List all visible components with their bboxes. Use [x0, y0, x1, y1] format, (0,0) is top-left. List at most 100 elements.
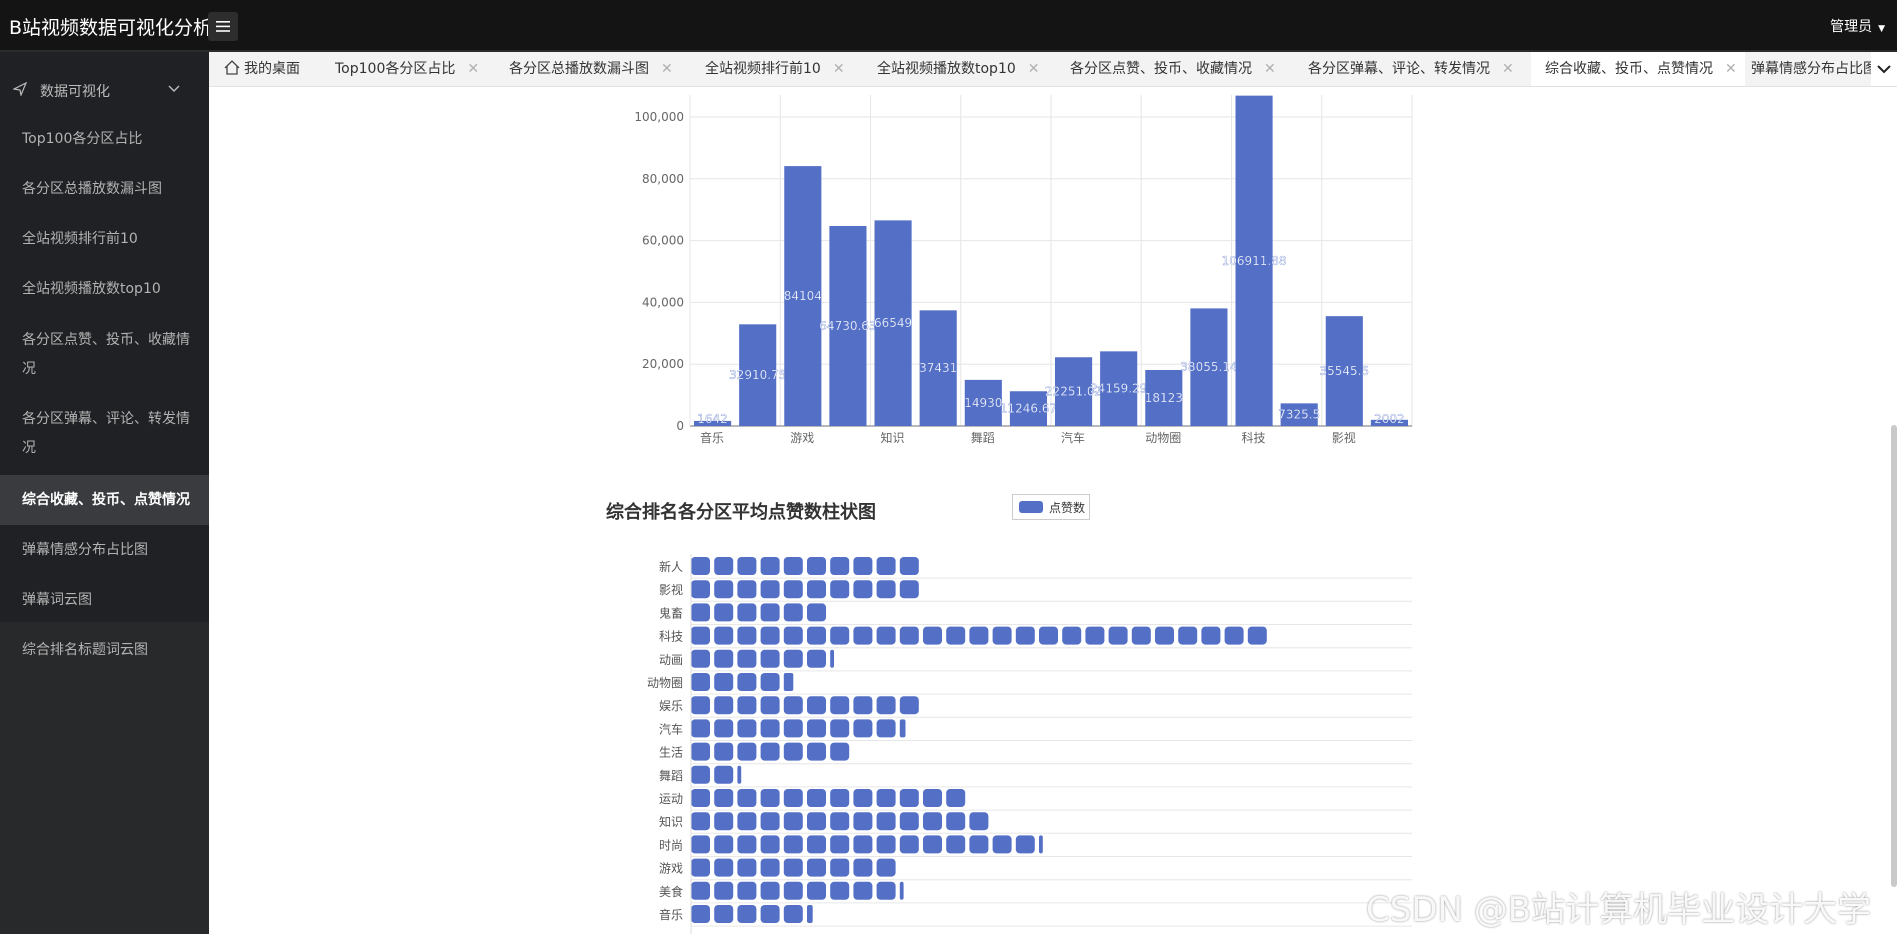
bar-symbol — [737, 789, 757, 807]
bar-symbol — [783, 789, 803, 807]
bar-symbol — [783, 719, 803, 738]
bar-symbol — [830, 789, 850, 807]
bar-symbol — [853, 858, 873, 877]
bar-symbol — [691, 765, 710, 784]
y-tick-label: 运动 — [659, 792, 683, 806]
bar-symbol — [876, 626, 896, 645]
bar-symbol — [691, 858, 710, 877]
bar-symbol — [992, 626, 1012, 645]
bar-symbol — [830, 696, 850, 715]
bar-symbol — [691, 789, 710, 807]
bar-symbol — [783, 858, 803, 877]
bar-symbol — [853, 881, 873, 900]
bar-symbol — [807, 719, 826, 738]
bar-symbol — [760, 905, 780, 923]
y-tick-label: 新人 — [659, 559, 683, 574]
bar-symbol — [853, 626, 873, 645]
bar-symbol — [1224, 626, 1244, 645]
bar-symbol — [714, 719, 734, 738]
y-tick-label: 知识 — [659, 815, 683, 829]
bar-symbol — [1062, 626, 1082, 645]
bar-symbol — [807, 905, 813, 923]
bar-symbol — [691, 649, 710, 668]
bar-symbol — [714, 789, 734, 807]
y-tick-label: 动物圈 — [647, 676, 683, 690]
bar-symbol — [1247, 626, 1267, 645]
bar-symbol — [946, 626, 966, 645]
bar-symbol — [737, 719, 757, 738]
bar-symbol — [691, 835, 710, 854]
y-tick-label: 游戏 — [659, 862, 683, 876]
bar-symbol — [807, 603, 826, 622]
bar-symbol — [853, 789, 873, 807]
bar-symbol — [899, 881, 904, 900]
bar-symbol — [807, 812, 826, 831]
bar-symbol — [737, 626, 757, 645]
bar-symbol — [737, 673, 757, 691]
bar-symbol — [783, 905, 803, 923]
bar-symbol — [1131, 626, 1151, 645]
bar-symbol — [714, 649, 734, 668]
bar-symbol — [737, 603, 757, 622]
bar-symbol — [691, 603, 710, 622]
bar-symbol — [923, 626, 942, 645]
bar-symbol — [714, 905, 734, 923]
bar-symbol — [691, 557, 710, 575]
pictorial-bar-chart: 新人影视鬼畜科技动画动物圈娱乐汽车生活舞蹈运动知识时尚游戏美食音乐 — [647, 554, 1412, 934]
bar-symbol — [899, 557, 919, 575]
bar-symbol — [923, 812, 942, 831]
bar-symbol — [714, 603, 734, 622]
bar-symbol — [876, 881, 896, 900]
bar-symbol — [760, 742, 780, 761]
bar-symbol — [899, 719, 906, 738]
bar-symbol — [691, 881, 710, 900]
bar-symbol — [783, 742, 803, 761]
bar-symbol — [899, 812, 919, 831]
bar-symbol — [807, 858, 826, 877]
bar-symbol — [714, 858, 734, 877]
bar-symbol — [737, 765, 742, 784]
bar-symbol — [714, 626, 734, 645]
y-tick-label: 影视 — [659, 582, 683, 597]
bar-symbol — [783, 649, 803, 668]
bar-symbol — [1015, 626, 1035, 645]
bar-symbol — [969, 835, 989, 854]
bar-symbol — [830, 881, 850, 900]
bar-symbol — [760, 696, 780, 715]
bar-symbol — [714, 696, 734, 715]
bar-symbol — [807, 649, 826, 668]
bar-symbol — [969, 812, 989, 831]
bar-symbol — [969, 626, 989, 645]
bar-symbol — [1108, 626, 1128, 645]
bar-symbol — [946, 789, 966, 807]
scrollbar[interactable] — [1891, 425, 1897, 887]
y-tick-label: 生活 — [659, 746, 683, 760]
bar-symbol — [760, 719, 780, 738]
bar-symbol — [807, 742, 826, 761]
bar-symbol — [807, 835, 826, 854]
bar-symbol — [691, 580, 710, 599]
bar-symbol — [830, 812, 850, 831]
bar-symbol — [783, 580, 803, 599]
bar-symbol — [691, 905, 710, 923]
bar-symbol — [830, 580, 850, 599]
bar-symbol — [830, 719, 850, 738]
bar-symbol — [876, 696, 896, 715]
bar-symbol — [760, 858, 780, 877]
bar-symbol — [691, 719, 710, 738]
bar-symbol — [737, 742, 757, 761]
bar-symbol — [946, 835, 966, 854]
bar-symbol — [714, 557, 734, 575]
bar-symbol — [899, 696, 919, 715]
bar-symbol — [876, 719, 896, 738]
y-tick-label: 娱乐 — [659, 699, 683, 713]
bar-symbol — [1178, 626, 1198, 645]
bar-symbol — [760, 580, 780, 599]
bar-symbol — [830, 742, 850, 761]
bar-symbol — [899, 835, 919, 854]
bar-symbol — [807, 881, 826, 900]
bar-symbol — [714, 765, 734, 784]
bar-symbol — [783, 557, 803, 575]
bar-symbol — [737, 905, 757, 923]
bar-symbol — [783, 881, 803, 900]
